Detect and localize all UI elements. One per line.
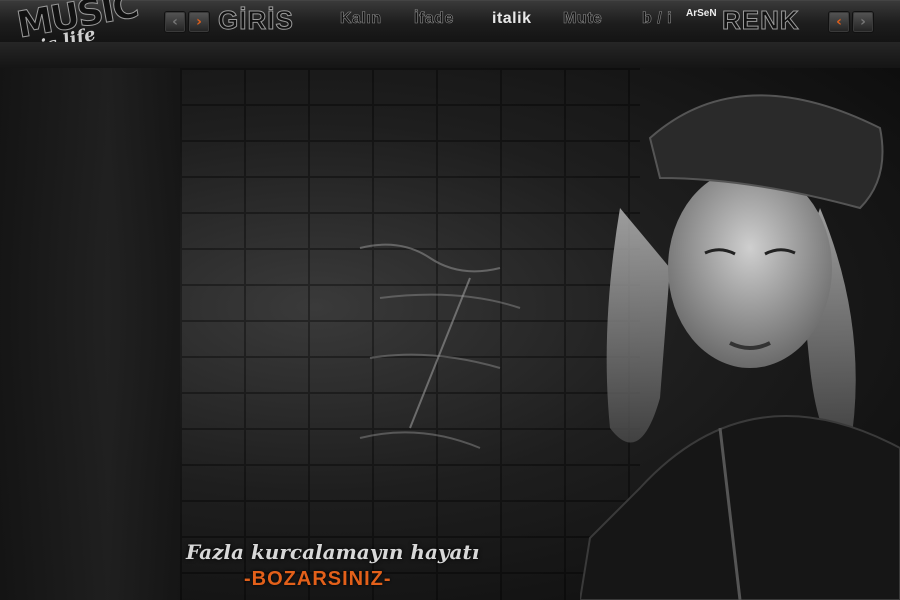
toolbar: MUSIC is life ‹ › GİRİS Kalın İfade ital… bbox=[0, 0, 900, 57]
renk-next-button[interactable]: › bbox=[852, 11, 874, 33]
tagline-suffix: hayatı bbox=[403, 540, 480, 564]
toolbar-strip bbox=[0, 42, 900, 69]
tagline-bozarsiniz: -BOZARSINIZ- bbox=[244, 568, 392, 590]
left-text-strip bbox=[0, 68, 180, 600]
menu-kalin[interactable]: Kalın bbox=[340, 10, 382, 28]
tagline-bold: kurcalamayın bbox=[250, 540, 404, 564]
menu-mute[interactable]: Mute bbox=[563, 10, 602, 28]
handwriting-art bbox=[359, 243, 521, 449]
menu-giris[interactable]: GİRİS bbox=[218, 5, 294, 36]
background-image bbox=[0, 68, 900, 600]
arsen-tag: ArSeN bbox=[686, 8, 717, 19]
renk-prev-button[interactable]: ‹ bbox=[828, 11, 850, 33]
woman-photo bbox=[580, 94, 900, 600]
prev-button[interactable]: ‹ bbox=[164, 11, 186, 33]
tagline: Fazla kurcalamayın hayatı bbox=[186, 540, 479, 564]
menu-italik[interactable]: italik bbox=[492, 10, 531, 28]
next-button[interactable]: › bbox=[188, 11, 210, 33]
tagline-prefix: Fazla bbox=[186, 540, 251, 564]
menu-bold-italic[interactable]: b / i bbox=[642, 10, 672, 28]
menu-ifade[interactable]: İfade bbox=[414, 10, 454, 28]
menu-renk[interactable]: RENK bbox=[722, 5, 800, 36]
